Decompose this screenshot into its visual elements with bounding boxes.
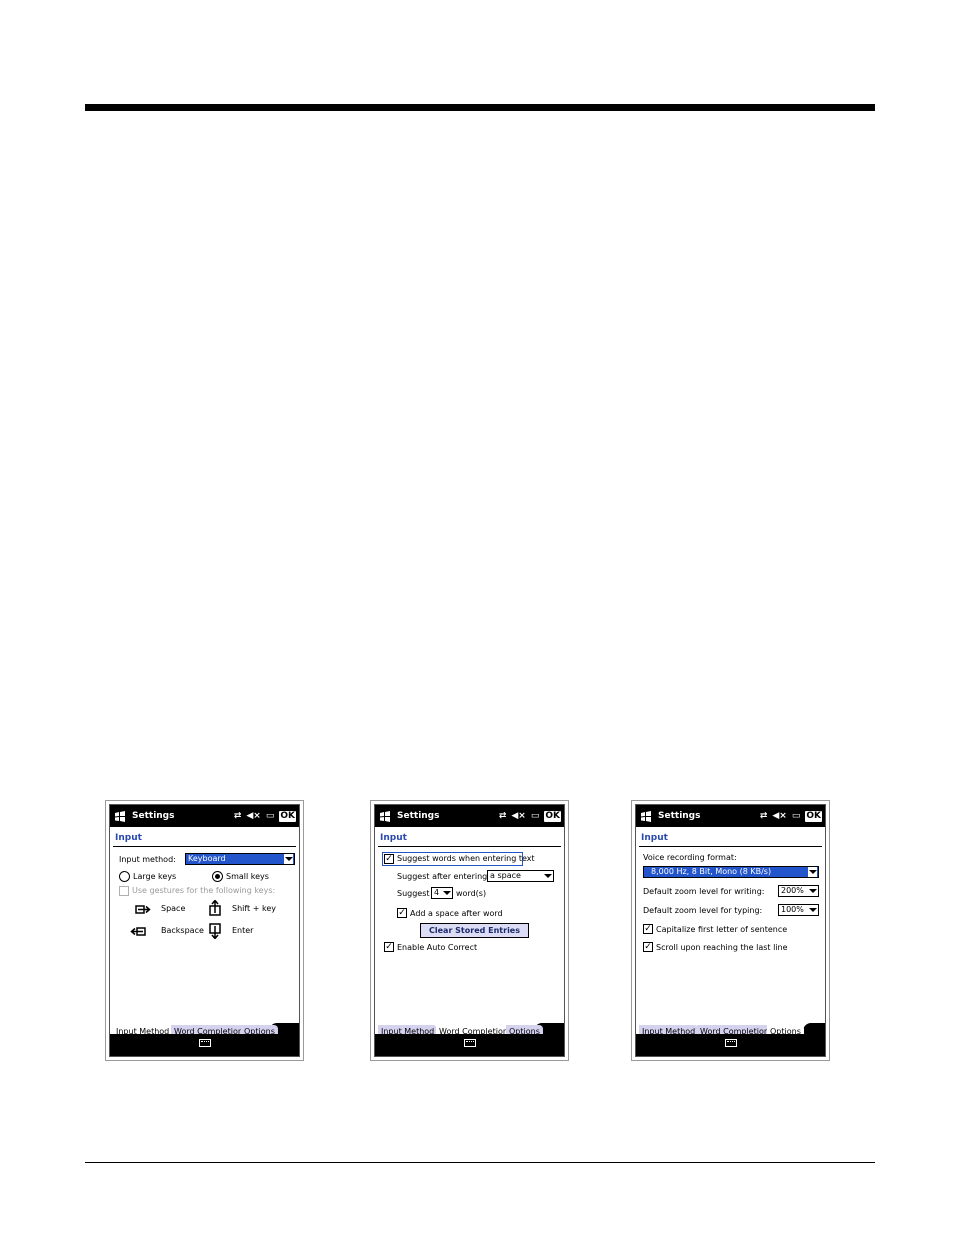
chevron-down-icon — [808, 905, 817, 915]
ok-button[interactable]: OK — [544, 810, 561, 822]
page-heading: Input — [115, 833, 142, 843]
keyboard-icon[interactable] — [463, 1039, 476, 1047]
title-bar: Settings ⇄ ◀× ▭ OK — [375, 805, 564, 827]
enter-gesture-icon — [209, 923, 221, 939]
keyboard-icon[interactable] — [724, 1039, 737, 1047]
voice-format-label: Voice recording format: — [643, 853, 737, 862]
shift-gesture-icon — [209, 900, 221, 916]
volume-muted-icon[interactable]: ◀× — [246, 811, 260, 821]
zoom-writing-value: 200% — [781, 886, 804, 895]
enter-label: Enter — [232, 926, 254, 935]
battery-icon[interactable]: ▭ — [531, 811, 540, 821]
add-space-checkbox[interactable]: ✓ — [397, 908, 407, 918]
voice-format-value: 8,000 Hz, 8 Bit, Mono (8 KB/s) — [651, 867, 772, 876]
top-rule — [85, 104, 875, 111]
input-method-dropdown[interactable]: Keyboard — [185, 853, 295, 865]
divider — [113, 846, 296, 847]
menu-bar — [636, 1034, 825, 1056]
large-keys-radio[interactable] — [119, 871, 130, 882]
use-gestures-checkbox[interactable] — [119, 886, 129, 896]
chevron-down-icon — [442, 888, 451, 898]
zoom-writing-label: Default zoom level for writing: — [643, 887, 765, 896]
page-heading: Input — [380, 833, 407, 843]
small-keys-label: Small keys — [226, 872, 269, 881]
menu-bar — [375, 1034, 564, 1056]
chevron-down-icon — [808, 886, 817, 896]
title-bar: Settings ⇄ ◀× ▭ OK — [110, 805, 299, 827]
connectivity-icon[interactable]: ⇄ — [760, 811, 768, 821]
space-label: Space — [161, 904, 186, 913]
backspace-gesture-icon — [130, 927, 146, 936]
suggest-words-checkbox[interactable]: ✓ — [384, 854, 394, 864]
volume-muted-icon[interactable]: ◀× — [772, 811, 786, 821]
zoom-typing-label: Default zoom level for typing: — [643, 906, 763, 915]
chevron-down-icon — [543, 871, 552, 881]
scroll-checkbox[interactable]: ✓ — [643, 942, 653, 952]
windows-start-icon[interactable] — [379, 810, 391, 822]
bottom-rule — [85, 1162, 875, 1163]
device-screen: Settings ⇄ ◀× ▭ OK Input Input method: K… — [109, 804, 300, 1057]
title-bar: Settings ⇄ ◀× ▭ OK — [636, 805, 825, 827]
screenshot-input-method: Settings ⇄ ◀× ▭ OK Input Input method: K… — [105, 800, 304, 1061]
chevron-down-icon — [808, 867, 817, 877]
suggest-after-value: a space — [490, 871, 521, 880]
input-method-label: Input method: — [119, 855, 176, 864]
suggest-count-dropdown[interactable]: 4 — [431, 887, 453, 899]
input-method-value: Keyboard — [188, 854, 226, 863]
windows-start-icon[interactable] — [640, 810, 652, 822]
divider — [378, 846, 561, 847]
window-title: Settings — [658, 811, 701, 821]
ok-button[interactable]: OK — [279, 810, 296, 822]
auto-correct-checkbox[interactable]: ✓ — [384, 942, 394, 952]
suggest-after-label: Suggest after entering — [397, 872, 488, 881]
suggest-after-dropdown[interactable]: a space — [487, 870, 554, 882]
ok-button[interactable]: OK — [805, 810, 822, 822]
shift-key-label: Shift + key — [232, 904, 276, 913]
window-title: Settings — [132, 811, 175, 821]
voice-format-dropdown[interactable]: 8,000 Hz, 8 Bit, Mono (8 KB/s) — [643, 866, 819, 878]
small-keys-radio[interactable] — [212, 871, 223, 882]
device-screen: Settings ⇄ ◀× ▭ OK Input ✓ Suggest words… — [374, 804, 565, 1057]
connectivity-icon[interactable]: ⇄ — [234, 811, 242, 821]
capitalize-checkbox[interactable]: ✓ — [643, 924, 653, 934]
zoom-typing-value: 100% — [781, 905, 804, 914]
menu-bar — [110, 1034, 299, 1056]
zoom-typing-dropdown[interactable]: 100% — [778, 904, 819, 916]
scroll-label: Scroll upon reaching the last line — [656, 943, 788, 952]
large-keys-label: Large keys — [133, 872, 177, 881]
suggest-label: Suggest — [397, 889, 430, 898]
add-space-label: Add a space after word — [410, 909, 503, 918]
use-gestures-label: Use gestures for the following keys: — [132, 886, 276, 895]
backspace-label: Backspace — [161, 926, 204, 935]
clear-stored-entries-button[interactable]: Clear Stored Entries — [420, 923, 529, 938]
window-title: Settings — [397, 811, 440, 821]
device-screen: Settings ⇄ ◀× ▭ OK Input Voice recording… — [635, 804, 826, 1057]
space-gesture-icon — [135, 905, 151, 914]
divider — [639, 846, 822, 847]
volume-muted-icon[interactable]: ◀× — [511, 811, 525, 821]
words-label: word(s) — [456, 889, 487, 898]
page-heading: Input — [641, 833, 668, 843]
suggest-count-value: 4 — [434, 888, 440, 897]
keyboard-icon[interactable] — [198, 1039, 211, 1047]
capitalize-label: Capitalize first letter of sentence — [656, 925, 788, 934]
screenshot-word-completion: Settings ⇄ ◀× ▭ OK Input ✓ Suggest words… — [370, 800, 569, 1061]
auto-correct-label: Enable Auto Correct — [397, 943, 478, 952]
windows-start-icon[interactable] — [114, 810, 126, 822]
connectivity-icon[interactable]: ⇄ — [499, 811, 507, 821]
battery-icon[interactable]: ▭ — [792, 811, 801, 821]
battery-icon[interactable]: ▭ — [266, 811, 275, 821]
zoom-writing-dropdown[interactable]: 200% — [778, 885, 819, 897]
suggest-words-label: Suggest words when entering text — [397, 854, 535, 863]
chevron-down-icon — [284, 854, 293, 864]
screenshot-options: Settings ⇄ ◀× ▭ OK Input Voice recording… — [631, 800, 830, 1061]
